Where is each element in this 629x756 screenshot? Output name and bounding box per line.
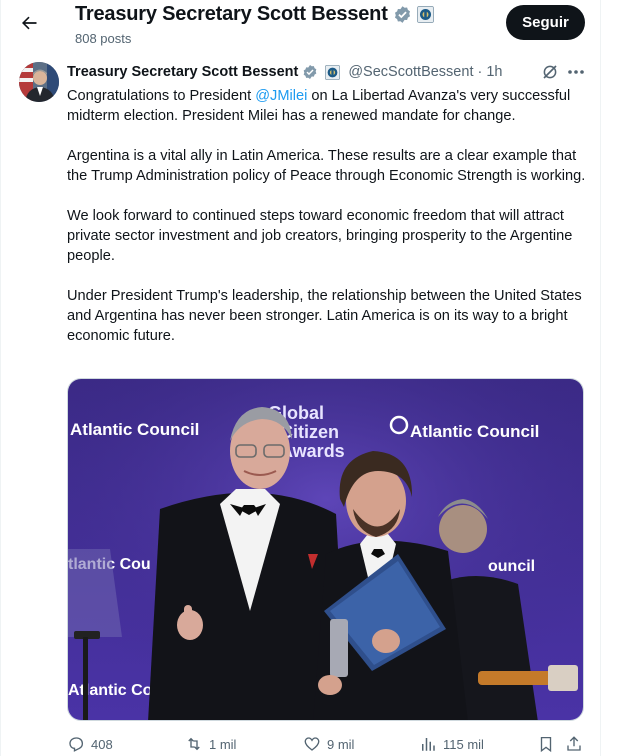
repost-count: 1 mil [209, 736, 237, 752]
mention-link[interactable]: @JMilei [255, 88, 307, 104]
tweet-paragraph: Congratulations to President @JMilei on … [67, 86, 587, 126]
arrow-left-icon [22, 16, 37, 30]
share-icon [567, 736, 581, 751]
tweet-text: Congratulations to President @JMilei on … [67, 86, 587, 366]
like-button[interactable]: 9 mil [303, 735, 354, 753]
profile-header: Treasury Secretary Scott Bessent 808 pos… [0, 0, 600, 56]
tweet-paragraph: We look forward to continued steps towar… [67, 208, 573, 264]
page-title: Treasury Secretary Scott Bessent [75, 3, 388, 25]
reply-icon [69, 737, 84, 752]
more-options-button[interactable] [565, 62, 587, 82]
separator-dot: · [477, 64, 483, 80]
bookmark-button[interactable] [537, 735, 555, 753]
backdrop-text: Atlantic Council [70, 420, 199, 439]
paragraph-text: Congratulations to President [67, 88, 256, 104]
post-timestamp[interactable]: 1h [486, 64, 502, 80]
avatar[interactable] [19, 62, 59, 102]
tweet-photo[interactable]: Atlantic Council Atlantic Council Global… [67, 378, 584, 721]
reply-button[interactable]: 408 [67, 735, 113, 753]
repost-button[interactable]: 1 mil [185, 735, 236, 753]
share-button[interactable] [565, 735, 583, 753]
verified-badge-icon [394, 6, 410, 23]
column-border-right [600, 0, 601, 756]
analytics-icon [422, 738, 435, 751]
views-button[interactable]: 115 mil [419, 735, 484, 753]
tweet-actions: 408 1 mil 9 mil 115 mil [67, 735, 587, 755]
more-horizontal-icon [568, 70, 584, 74]
tweet-paragraph: Argentina is a vital ally in Latin Ameri… [67, 148, 586, 184]
like-count: 9 mil [327, 736, 355, 752]
backdrop-text: ouncil [488, 558, 535, 575]
posts-count: 808 posts [75, 31, 132, 46]
column-border-left [0, 0, 1, 756]
tweet-paragraph: Under President Trump's leadership, the … [67, 288, 582, 344]
grok-icon [543, 65, 557, 79]
bookmark-icon [540, 736, 552, 753]
author-name[interactable]: Treasury Secretary Scott Bessent [67, 64, 298, 80]
heart-icon [304, 737, 320, 751]
government-affiliation-icon [325, 64, 341, 80]
follow-button[interactable]: Seguir [506, 5, 585, 40]
backdrop-text: Atlantic Council [410, 422, 539, 441]
back-button[interactable] [14, 8, 44, 38]
government-affiliation-icon [416, 6, 434, 23]
header-title-row: Treasury Secretary Scott Bessent [75, 3, 434, 26]
reply-count: 408 [91, 736, 113, 752]
grok-button[interactable] [540, 62, 560, 82]
author-handle[interactable]: @SecScottBessent [348, 64, 473, 80]
verified-badge-icon [303, 65, 317, 79]
repost-icon [188, 737, 200, 751]
view-count: 115 mil [443, 736, 484, 752]
tweet-header: Treasury Secretary Scott Bessent @SecSco… [67, 62, 502, 82]
